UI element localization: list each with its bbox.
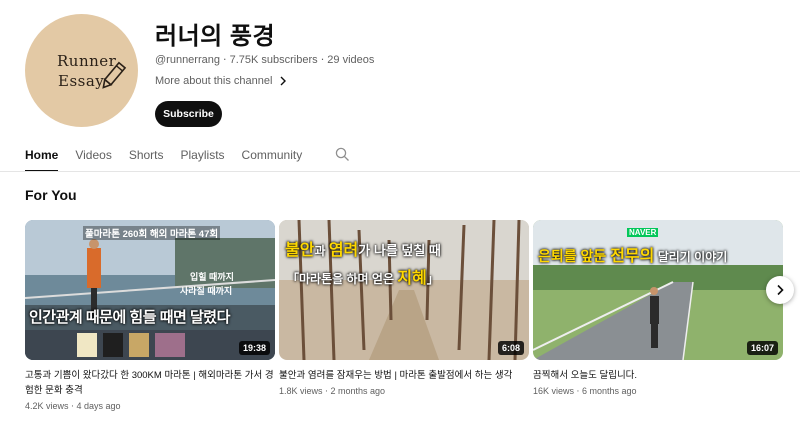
chevron-right-icon [777, 284, 784, 296]
more-about-label: More about this channel [155, 75, 273, 87]
video-thumbnail[interactable]: 불안과 염려가 나를 덮칠 때 「마라톤을 하며 얻은 지혜」 6:08 [279, 220, 529, 360]
section-title: For You [25, 187, 77, 203]
channel-avatar[interactable]: Runner Essay [25, 14, 138, 127]
meta-separator: ‧ [576, 386, 580, 396]
upload-age: 2 months ago [330, 386, 385, 396]
video-meta: 16K views ‧ 6 months ago [533, 386, 783, 397]
video-duration: 19:38 [238, 341, 270, 355]
video-duration: 16:07 [746, 341, 778, 355]
thumbnail-overlay-text: 입힐 때까지 [190, 272, 234, 282]
avatar-text-line-2: Essay [58, 72, 105, 90]
view-count: 1.8K views [279, 386, 323, 396]
video-card[interactable]: 불안과 염려가 나를 덮칠 때 「마라톤을 하며 얻은 지혜」 6:08 불안과… [279, 220, 529, 397]
thumbnail-overlay-text: 인간관계 때문에 힘들 때면 달렸다 [29, 309, 230, 326]
video-thumbnail[interactable]: 풀마라톤 260회 해외 마라톤 47회 입힐 때까지 사라질 때까지 인간관계… [25, 220, 275, 360]
meta-separator: ‧ [320, 54, 325, 66]
tab-home[interactable]: Home [25, 142, 59, 172]
thumbnail-overlay-text: 풀마라톤 260회 해외 마라톤 47회 [83, 226, 221, 240]
video-meta: 1.8K views ‧ 2 months ago [279, 386, 529, 397]
video-title[interactable]: 고통과 기쁨이 왔다갔다 한 300KM 마라톤 | 해외마라톤 가서 경험한 … [25, 368, 275, 398]
video-meta: 4.2K views ‧ 4 days ago [25, 401, 275, 412]
view-count: 16K views [533, 386, 575, 396]
chevron-right-icon [280, 76, 287, 86]
channel-handle: @runnerrang [155, 54, 220, 66]
channel-meta: @runnerrang ‧ 7.75K subscribers ‧ 29 vid… [155, 53, 374, 66]
naver-badge: NAVER [627, 228, 659, 237]
tab-videos[interactable]: Videos [75, 142, 111, 172]
search-icon[interactable] [335, 142, 350, 167]
tab-shorts[interactable]: Shorts [129, 142, 164, 172]
video-thumbnail[interactable]: NAVER 은퇴를 앞둔 전무의 달리기 이야기 16:07 [533, 220, 783, 360]
channel-name: 러너의 풍경 [155, 23, 276, 50]
thumbnail-overlay-text: 은퇴를 앞둔 전무의 달리기 이야기 [538, 248, 728, 265]
more-about-channel-link[interactable]: More about this channel [155, 75, 288, 87]
tab-community[interactable]: Community [242, 142, 303, 172]
video-count: 29 videos [327, 54, 375, 66]
subscriber-count: 7.75K subscribers [229, 54, 318, 66]
meta-separator: ‧ [325, 386, 328, 396]
avatar-text-line-1: Runner [57, 52, 117, 70]
meta-separator: ‧ [71, 401, 74, 411]
channel-tabs: Home Videos Shorts Playlists Community [25, 142, 350, 172]
video-duration: 6:08 [497, 341, 524, 355]
video-title[interactable]: 끔찍해서 오늘도 달립니다. [533, 368, 783, 383]
upload-age: 6 months ago [581, 386, 637, 396]
meta-separator: ‧ [223, 54, 227, 66]
upload-age: 4 days ago [76, 401, 121, 411]
view-count: 4.2K views [25, 401, 69, 411]
tabs-divider [0, 171, 800, 172]
video-card[interactable]: 풀마라톤 260회 해외 마라톤 47회 입힐 때까지 사라질 때까지 인간관계… [25, 220, 275, 412]
thumbnail-overlay-text: 사라질 때까지 [180, 286, 233, 296]
pencil-icon [102, 61, 127, 89]
tab-playlists[interactable]: Playlists [181, 142, 225, 172]
subscribe-button[interactable]: Subscribe [155, 101, 222, 127]
thumbnail-overlay-text: 「마라톤을 하며 얻은 지혜」 [287, 270, 439, 287]
thumbnail-overlay-text: 불안과 염려가 나를 덮칠 때 [285, 242, 441, 259]
video-title[interactable]: 불안과 염려를 잠재우는 방법 | 마라톤 출발점에서 하는 생각 [279, 368, 529, 383]
carousel-next-button[interactable] [766, 276, 794, 304]
video-card[interactable]: NAVER 은퇴를 앞둔 전무의 달리기 이야기 16:07 끔찍해서 오늘도 … [533, 220, 783, 397]
